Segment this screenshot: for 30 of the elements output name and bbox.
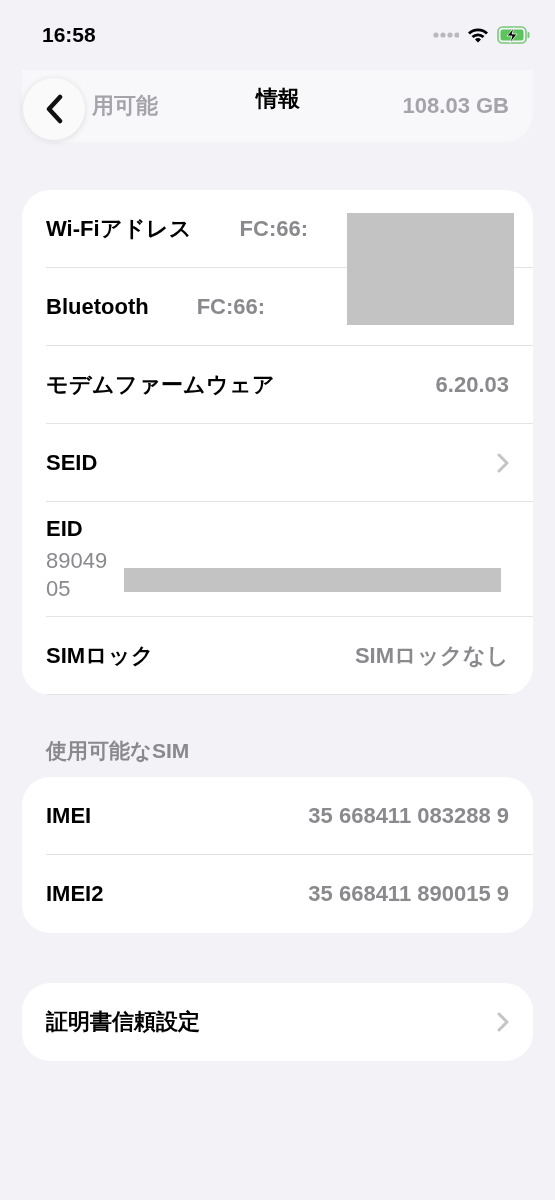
section-header: 使用可能なSIM xyxy=(44,738,191,765)
row-value: FC:66: xyxy=(196,293,266,320)
row-value: SIMロックなし xyxy=(354,641,509,670)
row-label: IMEI xyxy=(46,802,92,829)
row-value: 6.20.03 xyxy=(435,371,509,398)
signal-icon xyxy=(433,32,459,38)
row-value: 89049 xyxy=(46,548,108,574)
blurred-label: 用可能 xyxy=(92,92,158,120)
chevron-icon xyxy=(497,1012,509,1032)
row-label: IMEI2 xyxy=(46,881,104,907)
row-value: FC:66: xyxy=(239,215,308,242)
back-chevron-icon xyxy=(45,94,63,124)
row-value: 35 668411 083288 9 xyxy=(308,802,509,829)
row-label: Bluetooth xyxy=(46,293,149,320)
status-time: 16:58 xyxy=(42,23,96,47)
row-label: Wi-Fiアドレス xyxy=(46,214,192,243)
nav-row[interactable]: 証明書信頼設定 xyxy=(46,983,533,1061)
nav-row[interactable]: SEID xyxy=(46,424,533,502)
nav-title: 情報 xyxy=(255,85,300,113)
row-label: SIMロック xyxy=(46,641,155,670)
chevron-icon xyxy=(497,452,509,473)
row-label: SEID xyxy=(46,449,98,476)
row-label: 証明書信頼設定 xyxy=(46,1008,200,1036)
blurred-value: 108.03 GB xyxy=(402,93,509,119)
row-label: EID xyxy=(46,516,83,542)
row-value: 05 xyxy=(46,576,72,602)
row-value: 35 668411 890015 9 xyxy=(308,881,509,907)
wifi-icon xyxy=(467,27,489,43)
row-label: モデムファームウェア xyxy=(46,370,275,399)
battery-charging-icon xyxy=(497,26,531,44)
